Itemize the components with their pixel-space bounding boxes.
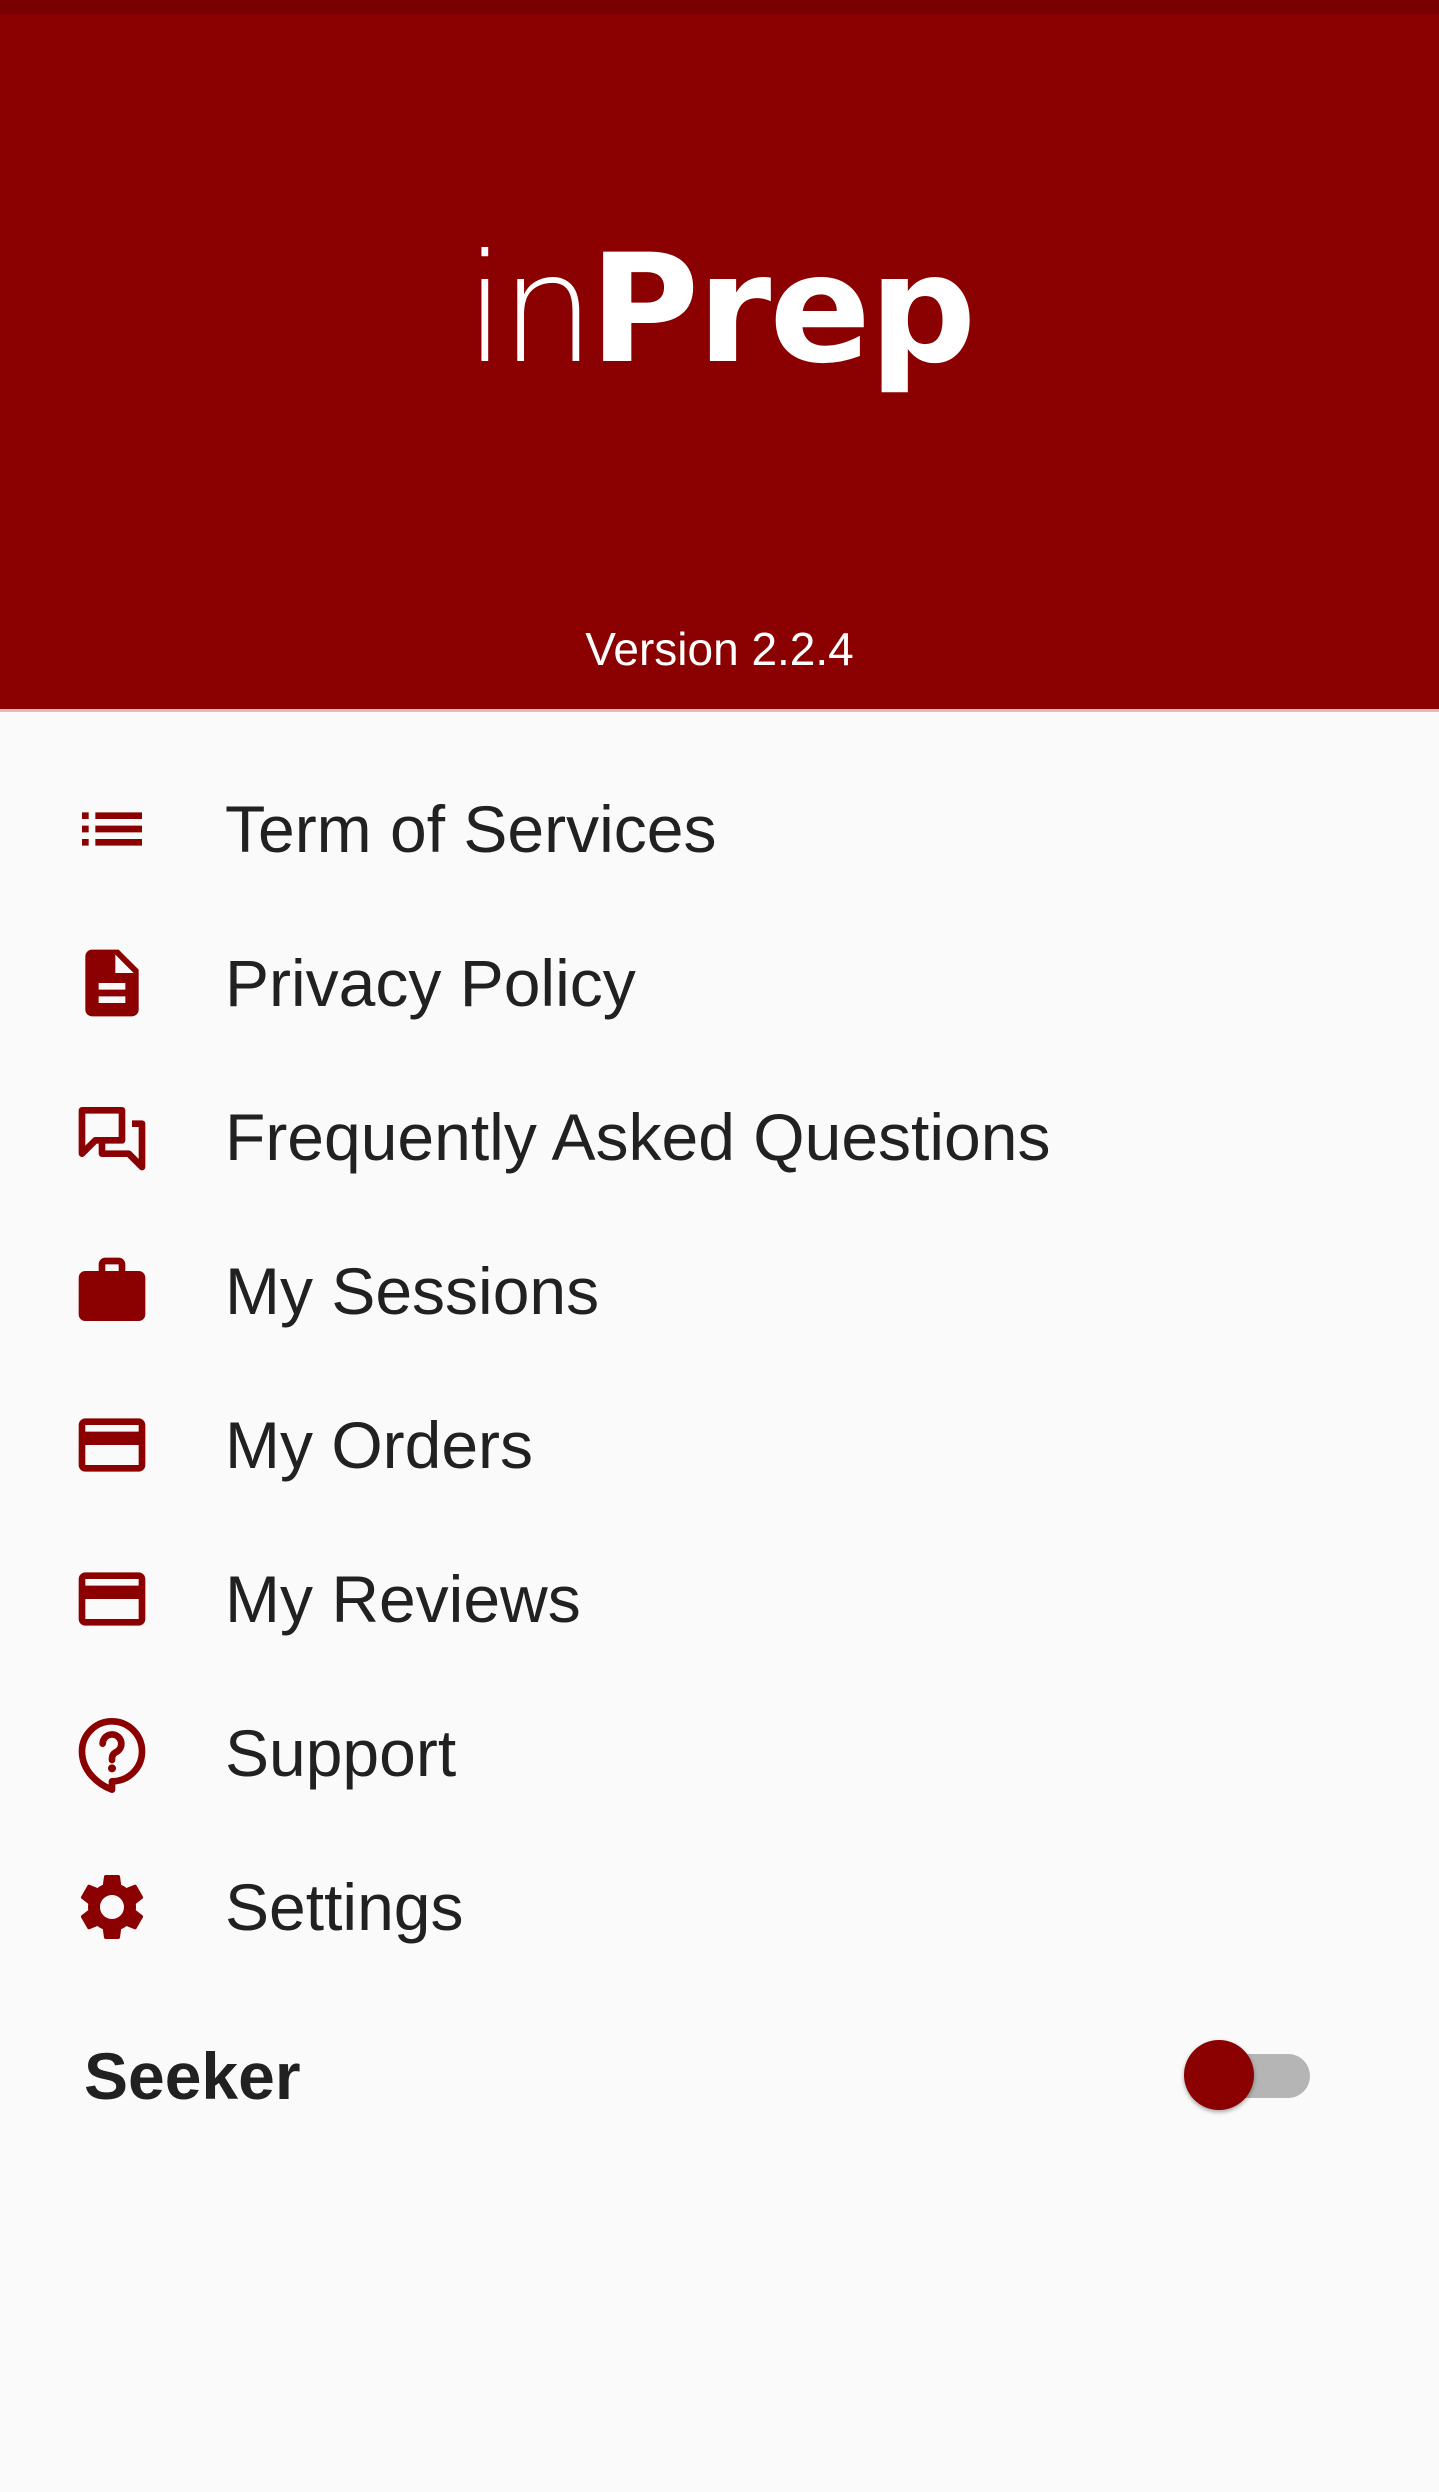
- seeker-toggle[interactable]: [1184, 2040, 1312, 2112]
- status-bar-strip: [0, 0, 1439, 14]
- menu-item-settings[interactable]: Settings: [0, 1830, 1439, 1984]
- menu-item-label: My Sessions: [225, 1254, 600, 1328]
- menu-item-label: My Reviews: [225, 1562, 581, 1636]
- toggle-thumb: [1184, 2040, 1254, 2110]
- logo-in-text: in: [464, 223, 596, 397]
- drawer-header: inPrep Version 2.2.4: [0, 0, 1439, 712]
- inprep-logo: inPrep: [0, 235, 1439, 385]
- menu-item-faq[interactable]: Frequently Asked Questions: [0, 1060, 1439, 1214]
- list-icon: [72, 789, 152, 869]
- forum-icon: [72, 1097, 152, 1177]
- seeker-label: Seeker: [84, 2039, 301, 2113]
- menu-item-label: My Orders: [225, 1408, 534, 1482]
- document-icon: [72, 943, 152, 1023]
- briefcase-icon: [72, 1251, 152, 1331]
- menu-item-sessions[interactable]: My Sessions: [0, 1214, 1439, 1368]
- menu-item-reviews[interactable]: My Reviews: [0, 1522, 1439, 1676]
- menu-item-label: Frequently Asked Questions: [225, 1100, 1051, 1174]
- menu-item-label: Support: [225, 1716, 457, 1790]
- menu-item-label: Privacy Policy: [225, 946, 636, 1020]
- menu-item-label: Settings: [225, 1870, 464, 1944]
- drawer-menu: Term of Services Privacy Policy Frequent…: [0, 752, 1439, 1984]
- credit-card-icon: [72, 1559, 152, 1639]
- menu-item-support[interactable]: Support: [0, 1676, 1439, 1830]
- help-bubble-icon: [72, 1713, 152, 1793]
- logo-prep-text: Prep: [589, 223, 976, 397]
- menu-item-terms[interactable]: Term of Services: [0, 752, 1439, 906]
- menu-item-label: Term of Services: [225, 792, 717, 866]
- menu-item-privacy[interactable]: Privacy Policy: [0, 906, 1439, 1060]
- gear-icon: [72, 1867, 152, 1947]
- seeker-mode-row: Seeker: [0, 2020, 1439, 2130]
- credit-card-icon: [72, 1405, 152, 1485]
- menu-item-orders[interactable]: My Orders: [0, 1368, 1439, 1522]
- app-version: Version 2.2.4: [585, 623, 854, 675]
